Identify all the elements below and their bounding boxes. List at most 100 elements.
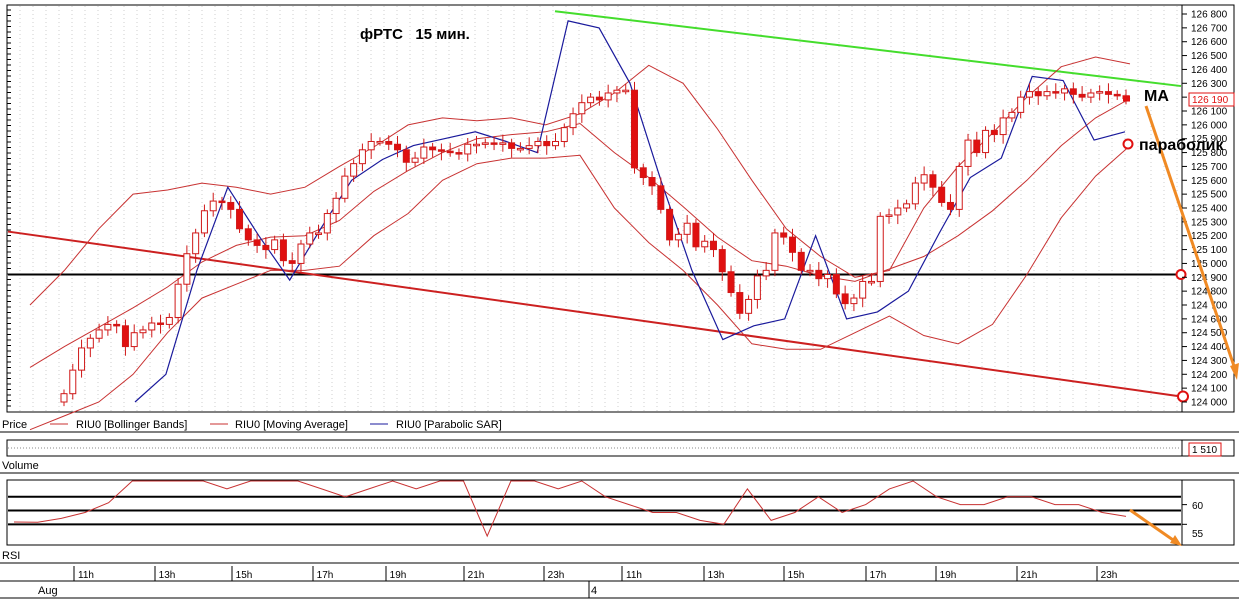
parabolic-annotation: параболик (1139, 137, 1224, 154)
candle-down (508, 142, 516, 149)
candle-up (95, 329, 103, 339)
price-tick-label: 126 400 (1191, 65, 1228, 76)
candle-up (569, 113, 577, 129)
candle-down (832, 274, 840, 295)
price-tick-label: 124 600 (1191, 314, 1228, 325)
candle-up (192, 232, 200, 255)
candle-down (788, 236, 796, 253)
candle-down (938, 186, 946, 203)
price-tick-label: 125 500 (1191, 190, 1228, 201)
candle-up (955, 165, 963, 210)
candle-up (411, 157, 419, 163)
price-tick-label: 126 100 (1191, 107, 1228, 118)
price-tick-label: 124 900 (1191, 273, 1228, 284)
hour-label: 13h (159, 570, 176, 581)
ma-annotation: MA (1144, 88, 1169, 105)
hour-label: 19h (390, 570, 407, 581)
hour-label: 21h (1021, 570, 1038, 581)
legend-sar: RIU0 [Parabolic SAR] (396, 419, 502, 431)
price-tick-label: 126 700 (1191, 23, 1228, 34)
candle-down (394, 143, 402, 151)
candle-up (323, 213, 331, 234)
candle-up (560, 127, 568, 142)
candle-down (780, 232, 788, 238)
candle-up (876, 215, 884, 282)
rsi-tick-55: 55 (1192, 529, 1204, 540)
hour-label: 19h (940, 570, 957, 581)
candle-down (236, 208, 244, 230)
candle-up (200, 210, 208, 234)
candle-up (464, 143, 472, 155)
candle-up (350, 163, 358, 177)
candle-up (745, 298, 753, 314)
hour-label: 11h (78, 570, 94, 581)
candle-up (271, 239, 279, 251)
candle-up (1008, 111, 1016, 119)
candle-up (525, 145, 533, 149)
candle-up (578, 102, 586, 115)
candle-up (78, 347, 86, 371)
candle-down (218, 200, 226, 204)
candle-down (657, 185, 665, 210)
hour-label: 17h (317, 570, 334, 581)
candle-up (69, 369, 77, 395)
candle-up (674, 233, 682, 241)
last-price-label: 126 190 (1192, 95, 1229, 106)
candle-up (499, 142, 507, 145)
candle-down (946, 201, 954, 210)
candle-up (1025, 91, 1033, 98)
candle-down (288, 260, 296, 264)
candle-down (1034, 91, 1042, 97)
candle-up (209, 200, 217, 212)
candle-down (244, 228, 252, 241)
candle-down (279, 239, 287, 262)
price-tick-label: 126 800 (1191, 10, 1228, 21)
candle-up (964, 139, 972, 167)
candle-down (1078, 93, 1086, 98)
rsi-axis-frame (1181, 479, 1235, 546)
candle-up (920, 174, 928, 184)
candle-up (903, 203, 911, 209)
chart-title: фРТС 15 мин. (360, 26, 470, 43)
candle-up (1017, 96, 1025, 113)
price-tick-label: 126 000 (1191, 120, 1228, 131)
candle-up (481, 142, 489, 145)
hour-label: 23h (1101, 570, 1118, 581)
candle-down (692, 222, 700, 248)
candle-up (622, 89, 630, 93)
hour-label: 21h (468, 570, 485, 581)
last-candle-marker (1123, 95, 1130, 102)
candle-up (753, 275, 761, 300)
candle-down (121, 325, 129, 348)
candle-up (86, 337, 94, 349)
chart: 124 000124 100124 200124 300124 400124 5… (0, 4, 1239, 599)
candle-up (60, 393, 68, 403)
volume-panel-frame (6, 439, 1183, 457)
candle-down (437, 149, 445, 152)
parabolic-marker-icon (1122, 138, 1134, 150)
candle-down (446, 150, 454, 154)
price-tick-label: 124 000 (1191, 398, 1228, 409)
price-tick-label: 124 100 (1191, 384, 1228, 395)
price-tick-label: 124 400 (1191, 342, 1228, 353)
candle-down (841, 293, 849, 305)
candle-up (911, 182, 919, 205)
candle-up (297, 243, 305, 264)
hour-label: 17h (870, 570, 887, 581)
candle-up (1043, 91, 1051, 97)
support-marker-icon (1177, 390, 1189, 403)
price-tick-label: 126 500 (1191, 51, 1228, 62)
date-label-month: Aug (38, 585, 58, 597)
hour-label: 11h (626, 570, 642, 581)
candle-up (894, 207, 902, 216)
candle-up (174, 283, 182, 318)
price-tick-label: 126 300 (1191, 79, 1228, 90)
rsi-tick-60: 60 (1192, 501, 1204, 512)
price-tick-label: 125 600 (1191, 176, 1228, 187)
candle-down (227, 201, 235, 210)
candle-down (666, 208, 674, 241)
candle-down (797, 251, 805, 271)
price-tick-label: 124 300 (1191, 356, 1228, 367)
candle-down (1113, 93, 1121, 97)
hour-label: 23h (548, 570, 565, 581)
